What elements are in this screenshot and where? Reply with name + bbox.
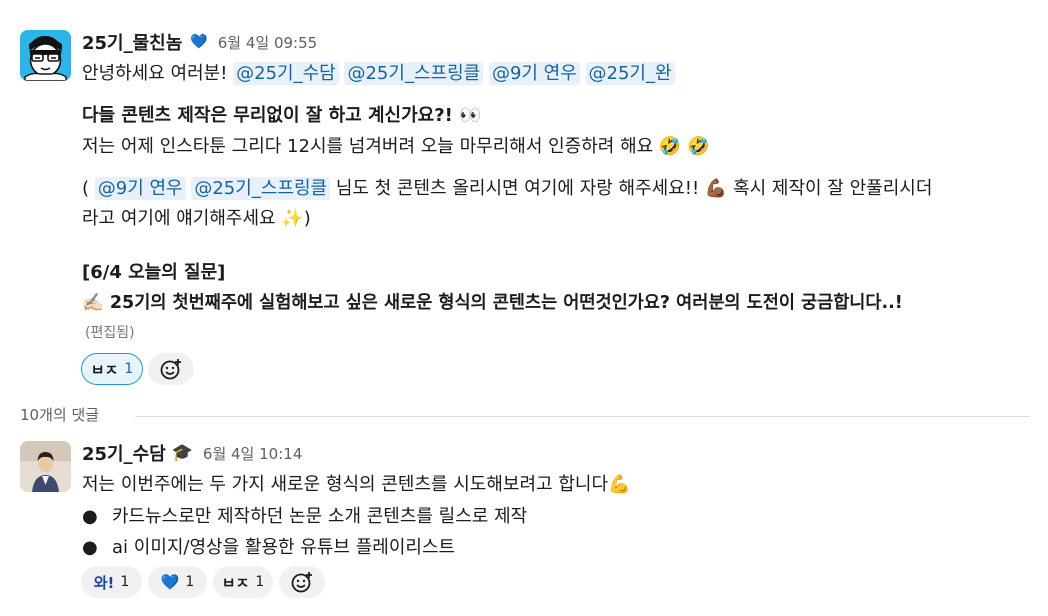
reaction-button-wa[interactable]: 와! 1 — [81, 566, 142, 598]
blue-heart-icon: 💙 — [160, 573, 180, 591]
avatar-photo-icon — [20, 441, 71, 492]
open-paren: ( — [82, 178, 90, 199]
list-item-text: 카드뉴스로만 제작하던 논문 소개 콘텐츠를 릴스로 제작 — [112, 506, 528, 527]
message-line-greeting: 안녕하세요 여러분! @25기_수담 @25기_스프링클 @9기 연우 @25기… — [82, 59, 675, 85]
list-item: ● ai 이미지/영상을 활용한 유튜브 플레이리스트 — [82, 533, 455, 559]
message-line-bold-question: 다들 콘텐츠 제작은 무리없이 잘 하고 계신가요?! 👀 — [82, 105, 482, 126]
author-name[interactable]: 25기_수담 — [82, 440, 166, 466]
question-text: ✍🏻 25기의 첫번째주에 실험해보고 싶은 새로운 형식의 콘텐츠는 어떤것인… — [82, 293, 903, 313]
add-reaction-button[interactable] — [148, 353, 194, 385]
mention-sprinkle-2[interactable]: @25기_스프링클 — [191, 177, 331, 200]
message-timestamp[interactable]: 6월 4일 09:55 — [218, 32, 317, 53]
reaction-count: 1 — [185, 574, 195, 590]
message-line-request: ( @9기 연우 @25기_스프링클 님도 첫 콘텐츠 올리시면 여기에 자랑 … — [82, 174, 932, 200]
bullet-icon: ● — [82, 506, 98, 527]
list-item: ● 카드뉴스로만 제작하던 논문 소개 콘텐츠를 릴스로 제작 — [82, 502, 527, 528]
message-header: 25기_물친놈 💙 6월 4일 09:55 — [82, 29, 317, 55]
add-reaction-button[interactable] — [279, 566, 325, 598]
mention-yeonwoo[interactable]: @9기 연우 — [488, 62, 580, 85]
bullet-icon: ● — [82, 537, 98, 558]
add-emoji-icon — [160, 359, 181, 380]
reaction-button-bj[interactable]: ㅂㅈ 1 — [213, 566, 273, 598]
replies-count[interactable]: 10개의 댓글 — [20, 404, 114, 425]
reaction-label: ㅂㅈ — [90, 360, 119, 379]
avatar-mulchinnom[interactable] — [20, 30, 71, 81]
reaction-count: 1 — [255, 574, 265, 590]
message-line-instatoon: 저는 어제 인스타툰 그리다 12시를 넘겨버려 오늘 마무리해서 인증하려 해… — [82, 136, 710, 157]
add-emoji-icon — [291, 572, 312, 593]
reaction-button-bj[interactable]: ㅂㅈ 1 — [81, 353, 143, 385]
reaction-count: 1 — [124, 361, 134, 377]
mention-wan[interactable]: @25기_완 — [585, 62, 675, 85]
request-text: 님도 첫 콘텐츠 올리시면 여기에 자랑 해주세요!! 💪🏾 혹시 제작이 잘 … — [335, 178, 933, 199]
author-name[interactable]: 25기_물친놈 — [82, 29, 182, 55]
mention-sprinkle[interactable]: @25기_스프링클 — [344, 62, 484, 85]
edited-label: (편집됨) — [85, 325, 135, 341]
message-timestamp[interactable]: 6월 4일 10:14 — [203, 443, 302, 464]
question-title: [6/4 오늘의 질문] — [82, 262, 226, 283]
replies-divider: 10개의 댓글 — [20, 404, 1030, 426]
avatar-face-icon — [20, 30, 71, 81]
reply-text: 저는 이번주에는 두 가지 새로운 형식의 콘텐츠를 시도해보려고 합니다💪 — [82, 474, 631, 495]
heart-badge-icon: 💙 — [190, 34, 208, 50]
divider-line — [135, 416, 1030, 417]
message-line-continued: 라고 여기에 얘기해주세요 ✨) — [82, 208, 311, 229]
reaction-button-blue-heart[interactable]: 💙 1 — [148, 566, 207, 598]
mention-yeonwoo-2[interactable]: @9기 연우 — [94, 177, 186, 200]
message-header: 25기_수담 🎓 6월 4일 10:14 — [82, 440, 302, 466]
reaction-count: 1 — [120, 574, 130, 590]
greeting-text: 안녕하세요 여러분! — [82, 63, 228, 84]
list-item-text: ai 이미지/영상을 활용한 유튜브 플레이리스트 — [112, 537, 456, 558]
graduation-cap-icon: 🎓 — [171, 443, 193, 463]
mention-sudam[interactable]: @25기_수담 — [233, 62, 339, 85]
avatar-sudam[interactable] — [20, 441, 71, 492]
reaction-label: ㅂㅈ — [221, 573, 250, 592]
reaction-label: 와! — [93, 573, 115, 592]
